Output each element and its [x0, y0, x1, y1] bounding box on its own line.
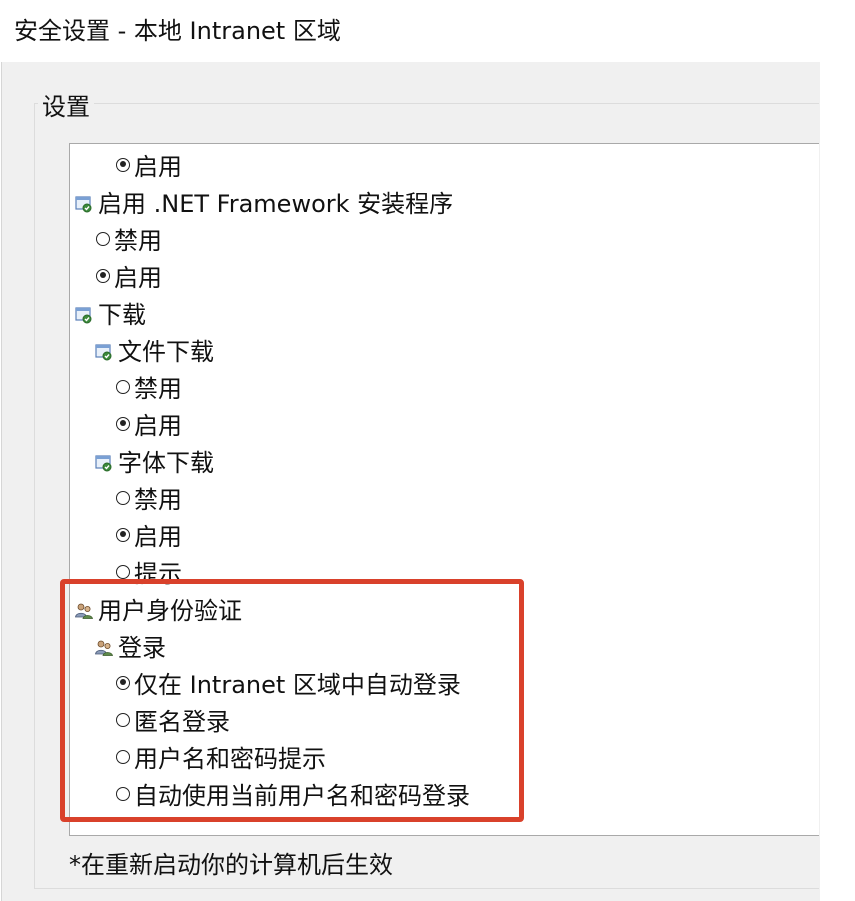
- settings-icon: [74, 192, 94, 212]
- settings-row[interactable]: 自动使用当前用户名和密码登录: [116, 775, 470, 812]
- restart-note: *在重新启动你的计算机后生效: [69, 851, 393, 879]
- radio-button[interactable]: [96, 268, 110, 283]
- option-label: 自动使用当前用户名和密码登录: [134, 782, 470, 810]
- radio-button[interactable]: [116, 749, 130, 764]
- users-icon: [94, 636, 114, 656]
- radio-button[interactable]: [96, 231, 110, 246]
- radio-button[interactable]: [116, 379, 130, 394]
- settings-icon: [74, 303, 94, 323]
- option-label: 启用: [134, 523, 182, 551]
- settings-row[interactable]: 启用: [116, 405, 182, 442]
- option-label: 启用: [114, 264, 162, 292]
- option-label: 启用: [134, 412, 182, 440]
- radio-button[interactable]: [116, 527, 130, 542]
- settings-category[interactable]: 登录: [94, 627, 166, 664]
- settings-row[interactable]: 启用: [96, 257, 162, 294]
- option-label: 禁用: [134, 486, 182, 514]
- category-label: 登录: [118, 634, 166, 662]
- window-title: 安全设置 - 本地 Intranet 区域: [14, 17, 341, 45]
- settings-icon: [94, 451, 114, 471]
- settings-row[interactable]: 仅在 Intranet 区域中自动登录: [116, 664, 461, 701]
- category-label: 启用 .NET Framework 安装程序: [98, 190, 454, 218]
- settings-category[interactable]: 文件下载: [94, 331, 214, 368]
- title-bar: 安全设置 - 本地 Intranet 区域: [0, 0, 855, 62]
- option-label: 启用: [134, 153, 182, 181]
- settings-row[interactable]: 用户名和密码提示: [116, 738, 326, 775]
- settings-category[interactable]: 用户身份验证: [74, 590, 242, 627]
- option-label: 用户名和密码提示: [134, 745, 326, 773]
- settings-category[interactable]: 下载: [74, 294, 146, 331]
- settings-group-label: 设置: [38, 90, 94, 124]
- option-label: 禁用: [114, 227, 162, 255]
- settings-row[interactable]: 启用: [116, 146, 182, 183]
- option-label: 匿名登录: [134, 708, 230, 736]
- option-label: 提示: [134, 560, 182, 588]
- option-label: 禁用: [134, 375, 182, 403]
- category-label: 下载: [98, 301, 146, 329]
- radio-button[interactable]: [116, 490, 130, 505]
- radio-button[interactable]: [116, 712, 130, 727]
- radio-button[interactable]: [116, 416, 130, 431]
- category-label: 文件下载: [118, 338, 214, 366]
- category-label: 用户身份验证: [98, 597, 242, 625]
- settings-row[interactable]: 启用: [116, 516, 182, 553]
- radio-button[interactable]: [116, 564, 130, 579]
- settings-row[interactable]: 提示: [116, 553, 182, 590]
- settings-category[interactable]: 启用 .NET Framework 安装程序: [74, 183, 453, 220]
- radio-button[interactable]: [116, 157, 130, 172]
- settings-row[interactable]: 禁用: [116, 368, 182, 405]
- option-label: 仅在 Intranet 区域中自动登录: [134, 671, 461, 699]
- settings-icon: [94, 340, 114, 360]
- category-label: 字体下载: [118, 449, 214, 477]
- settings-row[interactable]: 匿名登录: [116, 701, 230, 738]
- users-icon: [74, 599, 94, 619]
- settings-row[interactable]: 禁用: [96, 220, 162, 257]
- radio-button[interactable]: [116, 786, 130, 801]
- settings-list[interactable]: 启用 启用 .NET Framework 安装程序 禁用 启用 下载 文件下载 …: [69, 143, 819, 836]
- radio-button[interactable]: [116, 675, 130, 690]
- settings-row[interactable]: 禁用: [116, 479, 182, 516]
- settings-category[interactable]: 字体下载: [94, 442, 214, 479]
